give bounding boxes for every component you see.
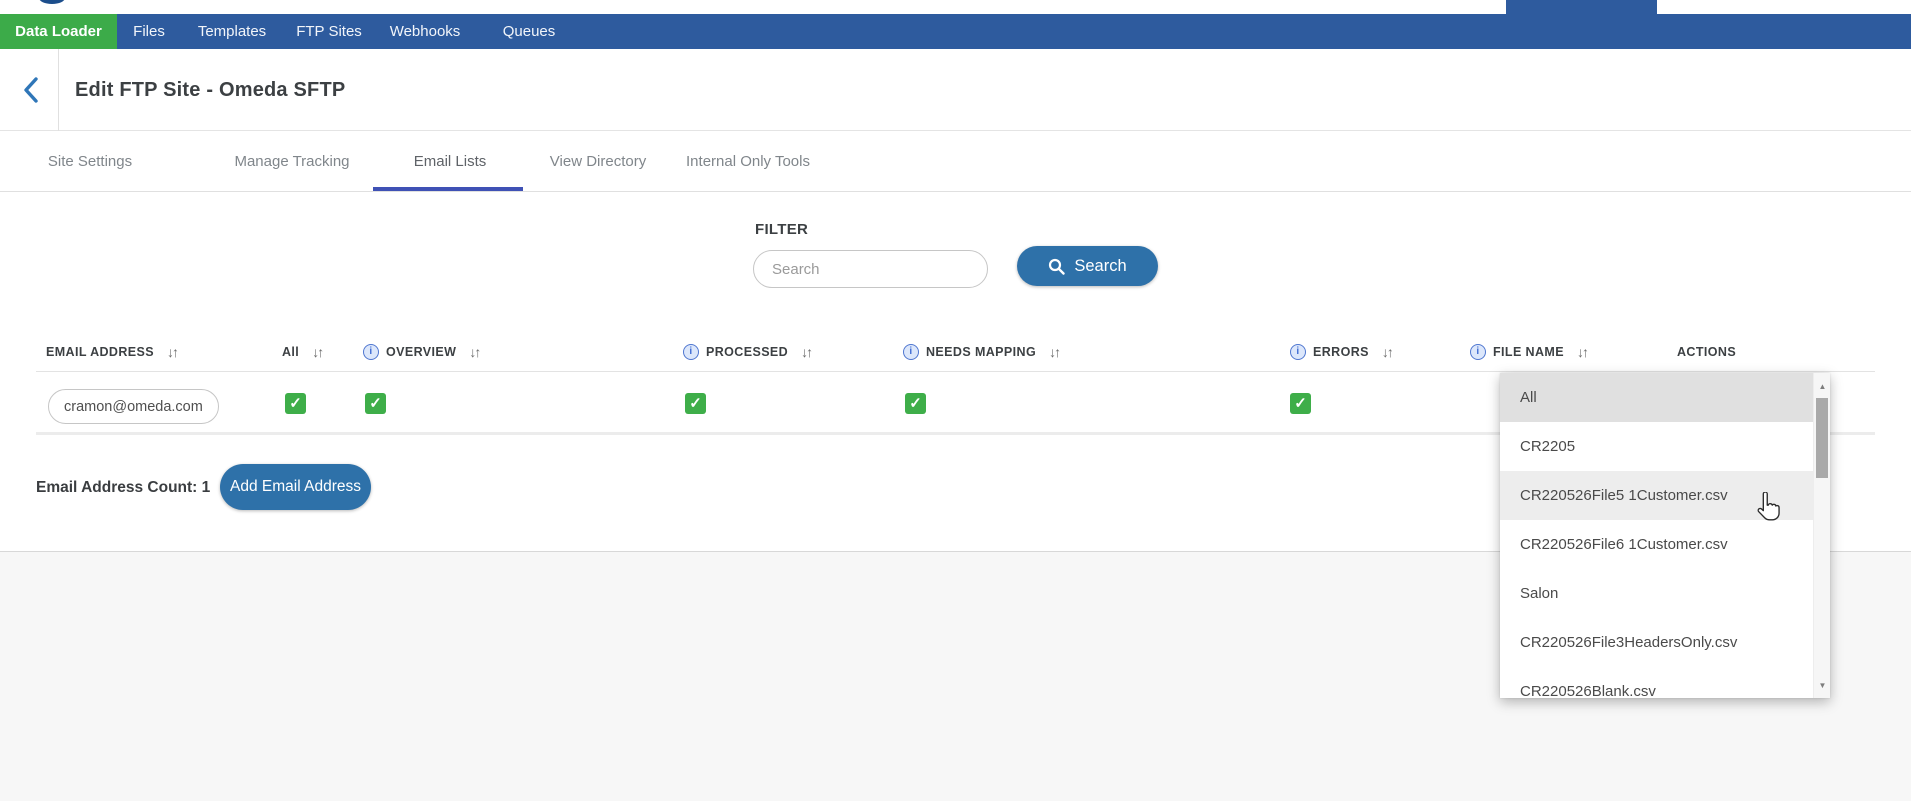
dropdown-item[interactable]: CR220526File6 1Customer.csv <box>1500 520 1830 569</box>
nav-item-queues[interactable]: Queues <box>503 14 556 49</box>
back-chevron-icon <box>20 75 44 105</box>
tab-site-settings[interactable]: Site Settings <box>48 131 132 191</box>
tab-bar: Site Settings Manage Tracking Email List… <box>0 131 1911 192</box>
nav-item-files[interactable]: Files <box>133 14 165 49</box>
sort-icon[interactable]: ↓↑ <box>1577 344 1587 360</box>
add-email-address-button[interactable]: Add Email Address <box>220 464 371 510</box>
dropdown-item[interactable]: Salon <box>1500 569 1830 618</box>
checkbox-errors[interactable]: ✓ <box>1290 393 1311 414</box>
sort-icon[interactable]: ↓↑ <box>167 344 177 360</box>
email-address-input[interactable] <box>48 389 219 424</box>
filter-label: FILTER <box>755 221 808 238</box>
page-title: Edit FTP Site - Omeda SFTP <box>75 49 345 131</box>
dropdown-item[interactable]: CR220526File5 1Customer.csv <box>1500 471 1830 520</box>
sort-icon[interactable]: ↓↑ <box>1382 344 1392 360</box>
scroll-down-icon[interactable]: ▼ <box>1814 674 1830 696</box>
header-divider <box>58 49 59 131</box>
search-button-label: Search <box>1074 257 1126 276</box>
search-button[interactable]: Search <box>1017 246 1158 286</box>
checkbox-all[interactable]: ✓ <box>285 393 306 414</box>
top-right-tab-fragment <box>1506 0 1657 14</box>
info-icon[interactable]: i <box>1290 344 1306 360</box>
info-icon[interactable]: i <box>363 344 379 360</box>
checkbox-overview[interactable]: ✓ <box>365 393 386 414</box>
checkbox-needs-mapping[interactable]: ✓ <box>905 393 926 414</box>
nav-item-ftp-sites[interactable]: FTP Sites <box>296 14 362 49</box>
dropdown-scrollbar[interactable]: ▲ ▼ <box>1813 373 1830 698</box>
column-header-file-name: i FILE NAME ↓↑ <box>1470 338 1587 366</box>
top-strip <box>0 0 1911 14</box>
column-header-actions: ACTIONS <box>1677 338 1736 366</box>
app-logo-icon <box>39 0 65 4</box>
column-header-all: All ↓↑ <box>282 338 322 366</box>
table-header-border <box>36 371 1875 372</box>
info-icon[interactable]: i <box>683 344 699 360</box>
page-header: Edit FTP Site - Omeda SFTP <box>0 49 1911 131</box>
search-input[interactable] <box>753 250 988 288</box>
dropdown-item[interactable]: All <box>1500 373 1830 422</box>
tab-email-lists[interactable]: Email Lists <box>414 131 487 191</box>
nav-item-data-loader[interactable]: Data Loader <box>0 14 117 49</box>
column-header-errors: i ERRORS ↓↑ <box>1290 338 1392 366</box>
email-address-count: Email Address Count: 1 <box>36 479 210 497</box>
column-label: FILE NAME <box>1493 345 1564 359</box>
sort-icon[interactable]: ↓↑ <box>312 344 322 360</box>
nav-item-templates[interactable]: Templates <box>198 14 266 49</box>
tab-view-directory[interactable]: View Directory <box>550 131 646 191</box>
tab-manage-tracking[interactable]: Manage Tracking <box>234 131 349 191</box>
back-button[interactable] <box>20 75 44 105</box>
dropdown-item[interactable]: CR220526Blank.csv <box>1500 667 1830 698</box>
active-tab-underline <box>373 187 523 191</box>
column-label: ACTIONS <box>1677 345 1736 359</box>
sort-icon[interactable]: ↓↑ <box>469 344 479 360</box>
sort-icon[interactable]: ↓↑ <box>801 344 811 360</box>
dropdown-item[interactable]: CR2205 <box>1500 422 1830 471</box>
column-label: PROCESSED <box>706 345 788 359</box>
column-header-overview: i OVERVIEW ↓↑ <box>363 338 479 366</box>
column-header-processed: i PROCESSED ↓↑ <box>683 338 811 366</box>
column-label: EMAIL ADDRESS <box>46 345 154 359</box>
nav-item-webhooks[interactable]: Webhooks <box>390 14 461 49</box>
column-header-email-address: EMAIL ADDRESS ↓↑ <box>46 338 177 366</box>
column-header-needs-mapping: i NEEDS MAPPING ↓↑ <box>903 338 1059 366</box>
file-name-dropdown: All CR2205 CR220526File5 1Customer.csv C… <box>1500 373 1830 698</box>
sort-icon[interactable]: ↓↑ <box>1049 344 1059 360</box>
app-window: Data Loader Files Templates FTP Sites We… <box>0 0 1911 801</box>
main-navbar: Data Loader Files Templates FTP Sites We… <box>0 14 1911 49</box>
column-label: ERRORS <box>1313 345 1369 359</box>
column-label: NEEDS MAPPING <box>926 345 1036 359</box>
search-icon <box>1048 258 1065 275</box>
tab-internal-only-tools[interactable]: Internal Only Tools <box>686 131 810 191</box>
dropdown-item[interactable]: CR220526File3HeadersOnly.csv <box>1500 618 1830 667</box>
column-label: All <box>282 345 299 359</box>
column-label: OVERVIEW <box>386 345 456 359</box>
info-icon[interactable]: i <box>1470 344 1486 360</box>
checkbox-processed[interactable]: ✓ <box>685 393 706 414</box>
scrollbar-thumb[interactable] <box>1816 398 1828 478</box>
info-icon[interactable]: i <box>903 344 919 360</box>
scroll-up-icon[interactable]: ▲ <box>1814 375 1830 397</box>
